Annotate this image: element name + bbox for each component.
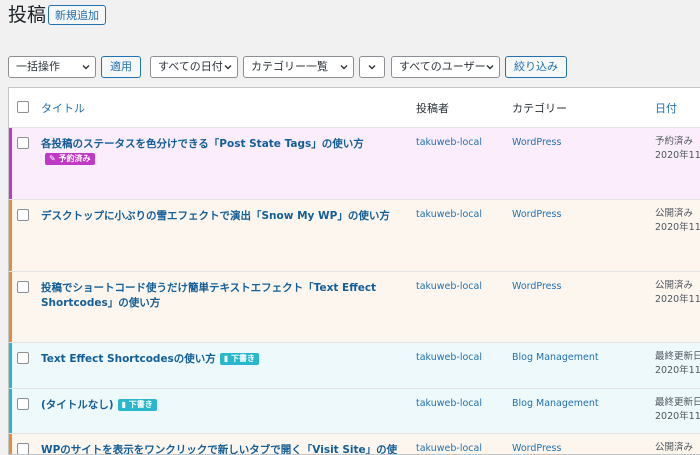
post-category-link[interactable]: WordPress [512, 209, 561, 220]
post-title-text: 各投稿のステータスを色分けできる「Post State Tags」の使い方 [41, 138, 364, 150]
post-category-link[interactable]: Blog Management [512, 352, 599, 363]
status-color-bar [9, 389, 12, 433]
post-author-link[interactable]: takuweb-local [416, 443, 482, 454]
post-title-link[interactable]: デスクトップに小ぶりの雪エフェクトで演出「Snow My WP」の使い方 [41, 209, 401, 224]
post-title-text: WPのサイトを表示をワンクリックで新しいタブで開く「Visit Site」の使い [41, 444, 398, 455]
status-badge-label: 予約済み [58, 154, 91, 163]
row-checkbox[interactable] [17, 352, 29, 364]
post-date: 最終更新日 2020年11月 [655, 396, 700, 424]
post-author-link[interactable]: takuweb-local [416, 137, 482, 148]
document-icon: ▮ [223, 354, 231, 363]
post-title-text: デスクトップに小ぶりの雪エフェクトで演出「Snow My WP」の使い方 [41, 210, 390, 222]
table-row: Text Effect Shortcodesの使い方 ▮ 下書き takuweb-… [9, 342, 700, 388]
post-date-value: 2020年11月 [655, 222, 700, 233]
page-title: 投稿 [8, 4, 47, 26]
post-title-link[interactable]: 各投稿のステータスを色分けできる「Post State Tags」の使い方 ✎ 予… [41, 137, 401, 167]
post-title-link[interactable]: Text Effect Shortcodesの使い方 ▮ 下書き [41, 352, 401, 367]
post-category-link[interactable]: Blog Management [512, 398, 599, 409]
filter-button[interactable]: 絞り込み [505, 56, 567, 78]
post-category-link[interactable]: WordPress [512, 281, 561, 292]
category-filter-label: カテゴリー一覧 [251, 60, 328, 73]
row-checkbox[interactable] [17, 443, 29, 454]
post-date-value: 2020年11月 [655, 411, 700, 422]
column-category: カテゴリー [512, 102, 567, 115]
post-date-status: 公開済み [655, 208, 694, 219]
post-date-value: 2020年11月 [655, 365, 700, 376]
post-author-link[interactable]: takuweb-local [416, 352, 482, 363]
status-color-bar [9, 128, 12, 199]
post-date: 公開済み 2020年11月 [655, 279, 700, 307]
post-date-status: 公開済み [655, 442, 694, 453]
post-date-status: 最終更新日 [655, 351, 700, 362]
row-checkbox[interactable] [17, 137, 29, 149]
post-author-link[interactable]: takuweb-local [416, 281, 482, 292]
posts-table: タイトル 投稿者 カテゴリー 日付 各投稿のステータスを色分けできる「Post … [8, 87, 700, 455]
apply-button[interactable]: 適用 [101, 56, 141, 78]
post-date-value: 2020年11月 [655, 150, 700, 161]
column-date[interactable]: 日付 [655, 100, 677, 116]
status-color-bar [9, 200, 12, 271]
table-row: 各投稿のステータスを色分けできる「Post State Tags」の使い方 ✎ 予… [9, 127, 700, 199]
post-date: 予約済み 2020年11月 [655, 135, 700, 163]
column-title[interactable]: タイトル [41, 100, 85, 116]
post-author-link[interactable]: takuweb-local [416, 398, 482, 409]
extra-filter-select[interactable] [359, 56, 385, 78]
chevron-down-icon [224, 65, 232, 70]
post-date-status: 予約済み [655, 136, 694, 147]
post-date-status: 公開済み [655, 280, 694, 291]
status-badge: ▮ 下書き [219, 353, 259, 365]
post-title-link[interactable]: 投稿でショートコード使うだけ簡単テキストエフェクト「Text Effect Sh… [41, 281, 381, 311]
user-filter-select[interactable]: すべてのユーザー [391, 56, 500, 78]
document-icon: ▮ [121, 400, 129, 409]
pin-icon: ✎ [49, 154, 59, 163]
column-author: 投稿者 [416, 102, 449, 115]
post-title-link[interactable]: (タイトルなし) ▮ 下書き [41, 398, 401, 413]
post-author-link[interactable]: takuweb-local [416, 209, 482, 220]
table-header: タイトル 投稿者 カテゴリー 日付 [9, 88, 700, 128]
post-date: 公開済み 2020年11月 [655, 207, 700, 235]
status-color-bar [9, 434, 12, 454]
status-badge: ▮ 下書き [117, 399, 157, 411]
row-checkbox[interactable] [17, 398, 29, 410]
table-row: 投稿でショートコード使うだけ簡単テキストエフェクト「Text Effect Sh… [9, 271, 700, 342]
row-checkbox[interactable] [17, 281, 29, 293]
chevron-down-icon [368, 65, 376, 70]
row-checkbox[interactable] [17, 209, 29, 221]
status-badge: ✎ 予約済み [45, 153, 95, 165]
status-color-bar [9, 272, 12, 342]
chevron-down-icon [82, 65, 90, 70]
post-date-status: 最終更新日 [655, 397, 700, 408]
select-all-checkbox[interactable] [17, 101, 29, 113]
post-title-text: 投稿でショートコード使うだけ簡単テキストエフェクト「Text Effect Sh… [41, 282, 377, 309]
post-date-value: 2020年11月 [655, 294, 700, 305]
category-filter-select[interactable]: カテゴリー一覧 [243, 56, 354, 78]
status-badge-label: 下書き [231, 354, 255, 363]
post-date: 最終更新日 2020年11月 [655, 350, 700, 378]
bulk-action-select[interactable]: 一括操作 [8, 56, 96, 78]
add-new-button[interactable]: 新規追加 [48, 5, 106, 25]
bulk-action-label: 一括操作 [16, 60, 60, 73]
status-badge-label: 下書き [128, 400, 153, 409]
post-title-text: Text Effect Shortcodesの使い方 [41, 353, 216, 365]
chevron-down-icon [340, 65, 348, 70]
table-row: デスクトップに小ぶりの雪エフェクトで演出「Snow My WP」の使い方 tak… [9, 199, 700, 271]
post-category-link[interactable]: WordPress [512, 137, 561, 148]
post-category-link[interactable]: WordPress [512, 443, 561, 454]
post-date: 公開済み [655, 441, 694, 454]
table-row: (タイトルなし) ▮ 下書き takuweb-local Blog Managem… [9, 388, 700, 433]
date-filter-label: すべての日付 [158, 60, 223, 73]
date-filter-select[interactable]: すべての日付 [150, 56, 238, 78]
post-title-text: (タイトルなし) [41, 399, 114, 411]
post-title-link[interactable]: WPのサイトを表示をワンクリックで新しいタブで開く「Visit Site」の使い [41, 443, 401, 455]
chevron-down-icon [486, 65, 494, 70]
table-row: WPのサイトを表示をワンクリックで新しいタブで開く「Visit Site」の使い… [9, 433, 700, 455]
status-color-bar [9, 343, 12, 388]
user-filter-label: すべてのユーザー [399, 60, 486, 73]
